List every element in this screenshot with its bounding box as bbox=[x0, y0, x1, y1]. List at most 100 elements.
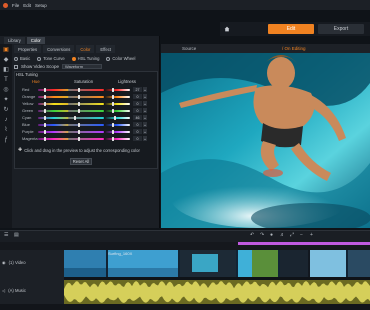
header-lightness: Lightness bbox=[118, 79, 136, 84]
tab-effect[interactable]: Effect bbox=[96, 45, 116, 53]
track-headers: ◉ (1) Video ◁ (A) Music bbox=[0, 250, 64, 310]
hsl-value-field[interactable]: 27 bbox=[133, 87, 142, 93]
tab-export[interactable]: Export bbox=[318, 24, 364, 34]
hue-slider-track[interactable] bbox=[38, 117, 70, 119]
lightness-slider-track[interactable] bbox=[104, 89, 130, 91]
value-spinner[interactable]: ▴ bbox=[143, 94, 147, 100]
motion-icon[interactable]: ↻ bbox=[3, 106, 10, 113]
lightness-slider-track[interactable] bbox=[104, 110, 130, 112]
eyedropper-icon[interactable]: ✚ bbox=[18, 147, 22, 153]
hue-slider-track[interactable] bbox=[38, 138, 70, 140]
timeline-footer bbox=[0, 304, 370, 310]
on-editing-label[interactable]: / On Editing bbox=[282, 46, 306, 51]
scope-type-select[interactable]: Waveform bbox=[61, 63, 102, 70]
video-preview[interactable] bbox=[161, 53, 370, 228]
menu-setup[interactable]: Setup bbox=[35, 3, 47, 8]
hue-slider-track[interactable] bbox=[38, 96, 70, 98]
lightness-slider-track[interactable] bbox=[104, 124, 130, 126]
saturation-slider-track[interactable] bbox=[68, 138, 104, 140]
clip-name: Surfing_160X bbox=[108, 251, 133, 256]
hue-slider-track[interactable] bbox=[38, 103, 70, 105]
filter-icon[interactable]: ✦ bbox=[3, 96, 10, 103]
saturation-slider-track[interactable] bbox=[68, 103, 104, 105]
music-track-label: (A) Music bbox=[8, 288, 26, 293]
radio-color-wheel[interactable]: Color Wheel bbox=[106, 56, 135, 61]
radio-hsl-tuning[interactable]: HSL Tuning bbox=[71, 56, 99, 61]
selection-range-bar[interactable] bbox=[238, 242, 370, 245]
record-icon[interactable]: ● bbox=[270, 233, 276, 239]
lightness-slider-track[interactable] bbox=[104, 131, 130, 133]
saturation-slider-track[interactable] bbox=[68, 96, 104, 98]
lightness-slider-track[interactable] bbox=[104, 103, 130, 105]
lightness-slider-track[interactable] bbox=[104, 96, 130, 98]
transition-icon[interactable]: ◧ bbox=[3, 66, 10, 73]
value-spinner[interactable]: ▴ bbox=[143, 122, 147, 128]
hsl-value-field[interactable]: 46 bbox=[133, 115, 142, 121]
value-spinner[interactable]: ▴ bbox=[143, 129, 147, 135]
header-saturation: Saturation bbox=[74, 79, 94, 84]
option-subtabs: Properties Conversions Color Effect bbox=[14, 45, 159, 53]
hsl-value-field[interactable]: 0 bbox=[133, 101, 142, 107]
music-track[interactable] bbox=[64, 280, 370, 304]
speaker-icon[interactable]: ◁ bbox=[2, 288, 5, 293]
instant-project-icon[interactable]: ◆ bbox=[3, 56, 10, 63]
menu-file[interactable]: File bbox=[12, 3, 19, 8]
show-scope-checkbox[interactable] bbox=[14, 64, 18, 69]
value-spinner[interactable]: ▴ bbox=[143, 108, 147, 114]
radio-tone-curve[interactable]: Tone Curve bbox=[37, 56, 65, 61]
hsl-row-red: Red 27 ▴ bbox=[16, 87, 156, 93]
value-spinner[interactable]: ▴ bbox=[143, 136, 147, 142]
app-logo-icon bbox=[3, 2, 8, 8]
timeline-view-icon[interactable]: ☰ bbox=[4, 233, 10, 239]
hsl-row-label: Magenta bbox=[22, 136, 38, 141]
tab-conversions[interactable]: Conversions bbox=[43, 45, 75, 53]
mixer-icon[interactable]: ♬ bbox=[280, 233, 286, 239]
fx-icon[interactable]: ƒ bbox=[3, 136, 10, 143]
hsl-value-field[interactable]: 0 bbox=[133, 108, 142, 114]
radio-basic[interactable]: Basic bbox=[14, 56, 30, 61]
lightness-slider-track[interactable] bbox=[104, 117, 130, 119]
reset-all-button[interactable]: Reset All bbox=[70, 158, 92, 165]
graphics-icon[interactable]: ◎ bbox=[3, 86, 10, 93]
audio-icon[interactable]: ♪ bbox=[3, 116, 10, 123]
eye-icon[interactable]: ◉ bbox=[2, 260, 6, 265]
tab-edit[interactable]: Edit bbox=[268, 24, 314, 34]
hue-slider-track[interactable] bbox=[38, 110, 70, 112]
zoom-fit-icon[interactable]: ⤢ bbox=[290, 233, 296, 239]
source-label[interactable]: Source bbox=[182, 46, 196, 51]
hsl-value-field[interactable]: 0 bbox=[133, 136, 142, 142]
tab-color[interactable]: Color bbox=[76, 45, 95, 53]
saturation-slider-track[interactable] bbox=[68, 131, 104, 133]
value-spinner[interactable]: ▴ bbox=[143, 101, 147, 107]
menu-edit[interactable]: Edit bbox=[23, 3, 31, 8]
hsl-value-field[interactable]: 0 bbox=[133, 122, 142, 128]
redo-icon[interactable]: ↷ bbox=[260, 233, 266, 239]
hsl-headers: Hue Saturation Lightness bbox=[16, 79, 156, 85]
music-track-header[interactable]: ◁ (A) Music bbox=[2, 288, 26, 293]
home-icon[interactable] bbox=[224, 26, 230, 32]
zoom-out-icon[interactable]: − bbox=[300, 233, 306, 239]
storyboard-icon[interactable]: ▤ bbox=[14, 233, 20, 239]
path-icon[interactable]: ⌇ bbox=[3, 126, 10, 133]
hsl-value-field[interactable]: 0 bbox=[133, 129, 142, 135]
tab-color-panel[interactable]: Color bbox=[26, 37, 45, 44]
video-track-header[interactable]: ◉ (1) Video bbox=[2, 260, 26, 265]
tab-properties[interactable]: Properties bbox=[14, 45, 42, 53]
hsl-value-field[interactable]: 0 bbox=[133, 94, 142, 100]
value-spinner[interactable]: ▴ bbox=[143, 87, 147, 93]
saturation-slider-track[interactable] bbox=[68, 124, 104, 126]
value-spinner[interactable]: ▴ bbox=[143, 115, 147, 121]
undo-icon[interactable]: ↶ bbox=[250, 233, 256, 239]
title-icon[interactable]: T bbox=[3, 76, 10, 83]
saturation-slider-track[interactable] bbox=[68, 110, 104, 112]
video-scope-row: Show Video Scope Waveform bbox=[14, 63, 159, 70]
lightness-slider-track[interactable] bbox=[104, 138, 130, 140]
media-icon[interactable]: ▣ bbox=[3, 46, 10, 53]
saturation-slider-track[interactable] bbox=[68, 89, 104, 91]
zoom-in-icon[interactable]: + bbox=[310, 233, 316, 239]
hue-slider-track[interactable] bbox=[38, 131, 70, 133]
hue-slider-track[interactable] bbox=[38, 124, 70, 126]
radio-dot bbox=[37, 56, 42, 61]
hue-slider-track[interactable] bbox=[38, 89, 70, 91]
tab-library[interactable]: Library bbox=[4, 37, 25, 44]
